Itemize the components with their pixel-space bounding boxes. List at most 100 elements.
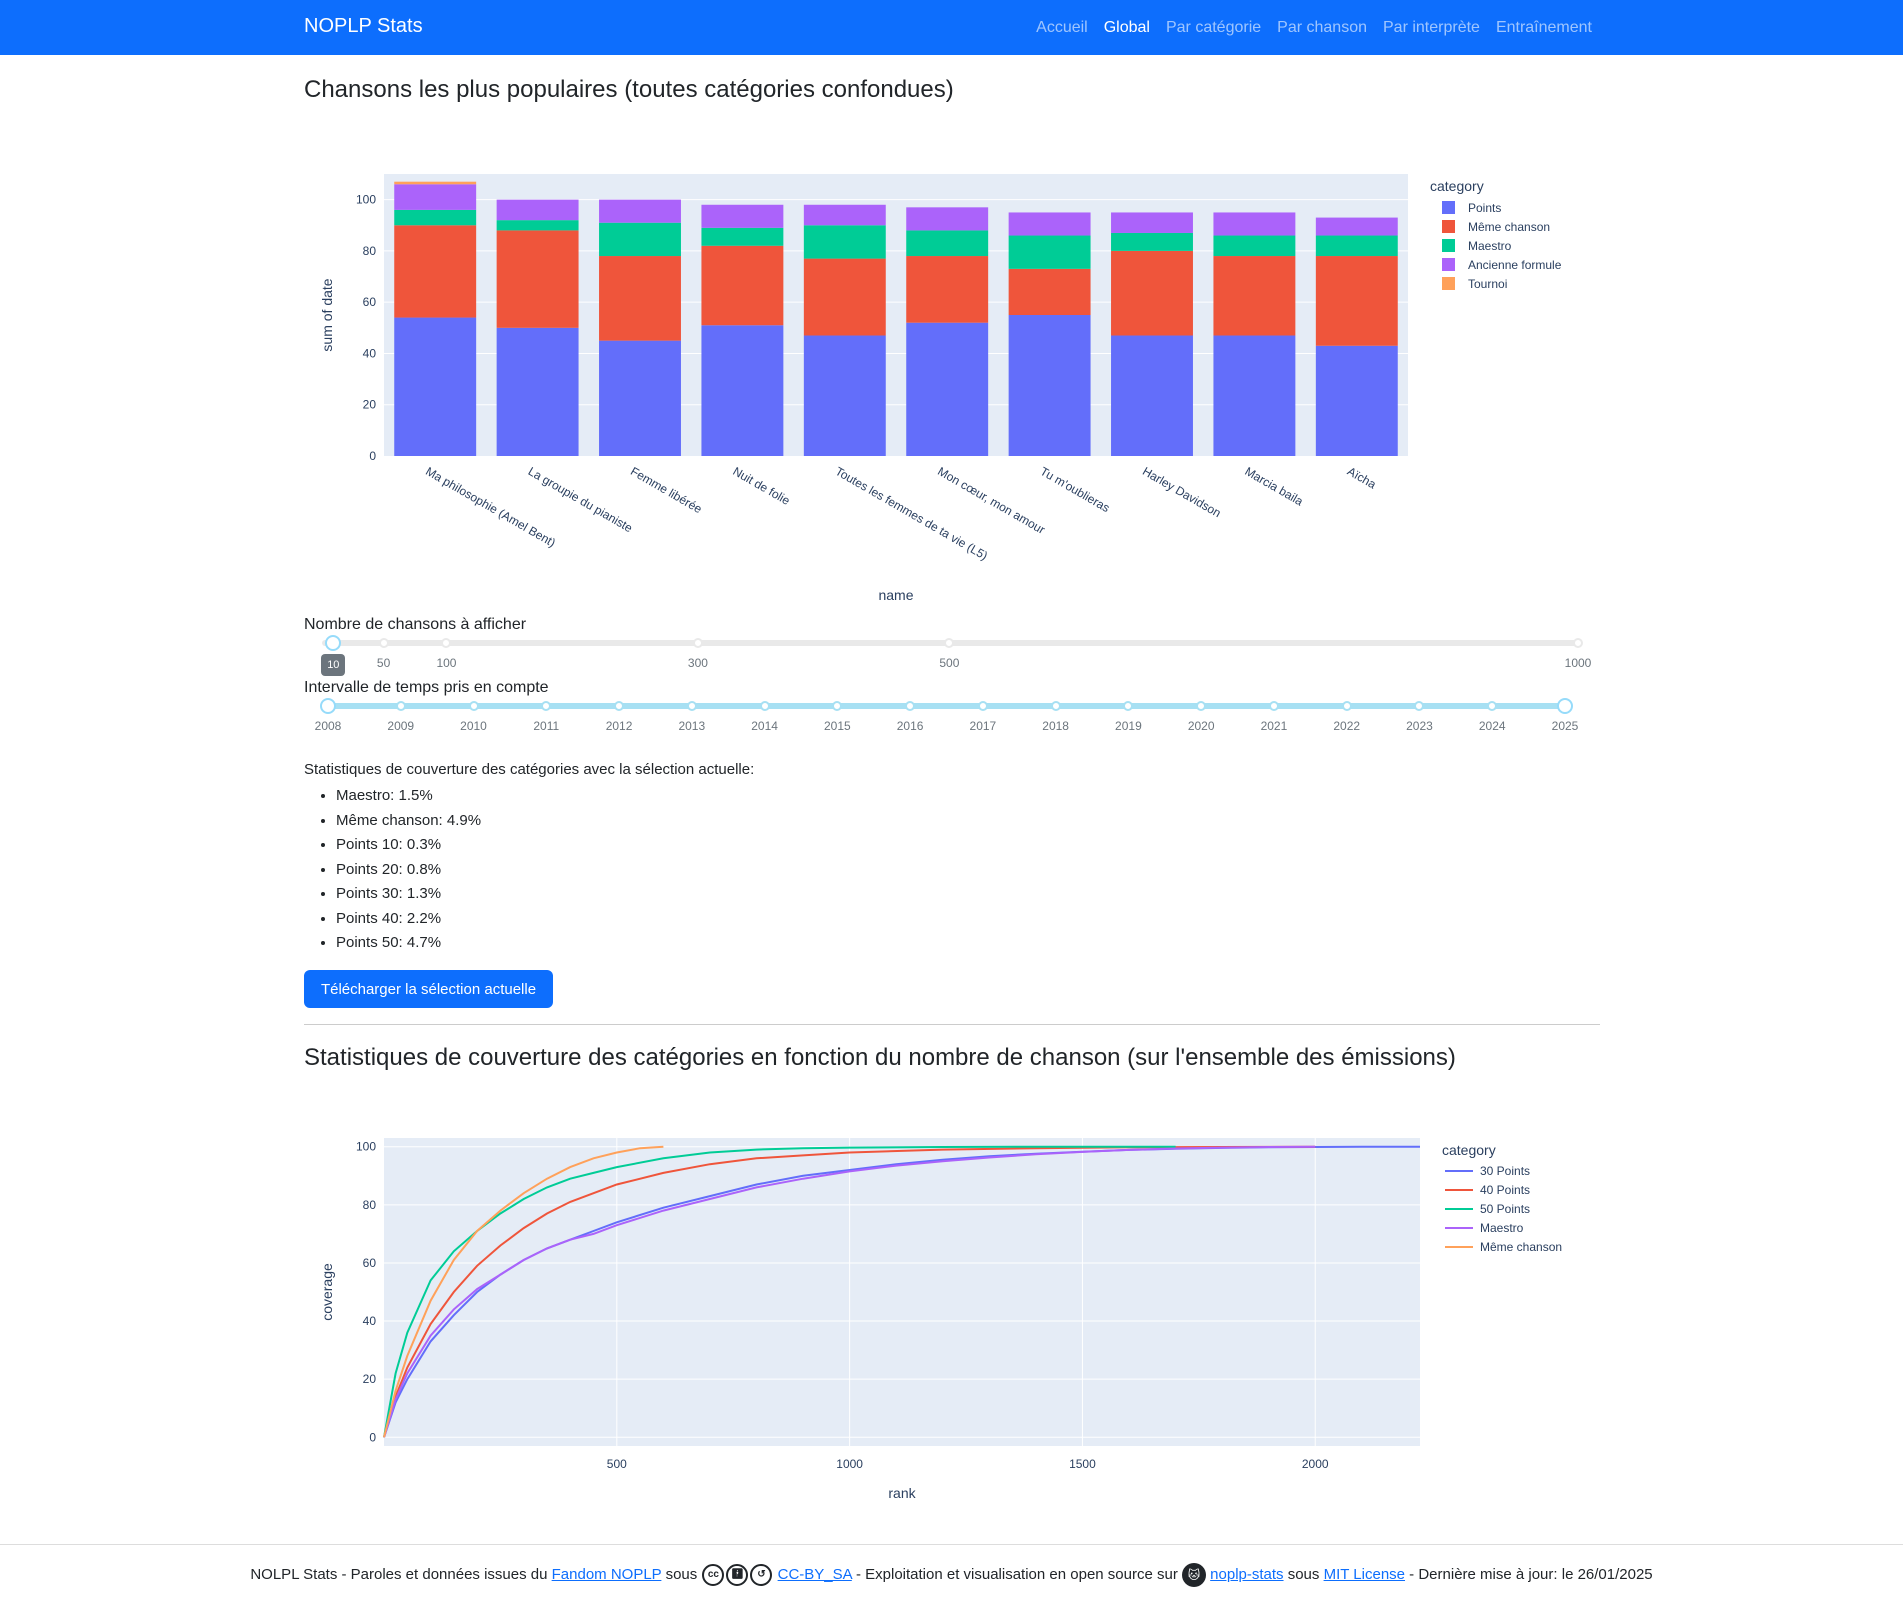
slider-mark-label: 2013	[678, 719, 706, 733]
slider-step	[441, 638, 452, 648]
slider-handle[interactable]	[325, 635, 342, 651]
nav-link-entrainement[interactable]: Entraînement	[1496, 19, 1592, 37]
x-tick-label: Mon cœur, mon amour	[935, 464, 1047, 537]
bar-segment	[1111, 250, 1193, 336]
license-cc-link[interactable]: CC-BY_SA	[778, 1566, 852, 1583]
popular-songs-chart: 0 20 40 60 80 100 Ma philosophie (Amel Bent) La…	[304, 120, 1614, 630]
legend-label: 40 Points	[1480, 1183, 1530, 1197]
y-tick-label: 100	[356, 1140, 376, 1154]
y-axis-title: sum of date	[319, 278, 335, 351]
legend-swatch	[1442, 220, 1455, 233]
slider-step	[1487, 701, 1498, 711]
fandom-link[interactable]: Fandom NOPLP	[552, 1566, 662, 1583]
bar-segment	[906, 207, 989, 231]
cc-icon: cc	[702, 1564, 725, 1586]
mit-license-link[interactable]: MIT License	[1324, 1566, 1405, 1583]
bar-segment	[599, 340, 681, 456]
y-tick-label: 0	[369, 1430, 376, 1444]
x-tick-label: Femme libérée	[628, 464, 705, 516]
bar-segment	[1315, 217, 1398, 236]
y-tick-label: 80	[363, 244, 377, 258]
range-end-handle[interactable]	[1557, 698, 1573, 714]
slider-mark-label: 2017	[969, 719, 997, 733]
legend-label: Maestro	[1468, 239, 1512, 253]
bar-segment	[496, 199, 579, 221]
list-item: Maestro: 1.5%	[336, 784, 754, 809]
x-tick-label: Harley Davidson	[1140, 464, 1223, 520]
slider-step	[1196, 701, 1207, 711]
list-item: Points 10: 0.3%	[336, 833, 754, 858]
bar-segment	[701, 227, 784, 246]
legend-swatch	[1442, 277, 1455, 290]
range-start-handle[interactable]	[320, 698, 336, 714]
slider-mark-label: 2019	[1115, 719, 1142, 733]
nav-link-par-chanson[interactable]: Par chanson	[1277, 19, 1367, 37]
bar-segment	[803, 225, 886, 259]
slider-step	[905, 701, 916, 711]
slider-step	[614, 701, 625, 711]
x-tick-label: 1000	[836, 1457, 863, 1471]
footer-text: NOLPL Stats - Paroles et données issues …	[250, 1565, 552, 1583]
slider-mark-label: 1000	[1564, 656, 1592, 670]
bar-segment	[394, 181, 477, 185]
slider-mark-label: 2022	[1333, 719, 1361, 733]
bar-segment	[1111, 335, 1193, 456]
y-tick-label: 40	[363, 346, 377, 360]
slider-step	[1268, 701, 1279, 711]
bar-segment	[599, 222, 681, 257]
popular-songs-title: Chansons les plus populaires (toutes cat…	[304, 76, 954, 103]
song-count-label: Nombre de chansons à afficher	[304, 616, 527, 633]
coverage-chart: 0 20 40 60 80 100 500 1000 1500 2000 rank coverage c…	[304, 1090, 1614, 1505]
bar-segment	[599, 199, 681, 223]
slider-step	[977, 701, 988, 711]
y-tick-label: 80	[363, 1198, 377, 1212]
bar-segment	[1213, 256, 1296, 336]
list-item: Points 50: 4.7%	[336, 931, 754, 956]
slider-step	[759, 701, 770, 711]
bar-segment	[394, 317, 477, 456]
legend-swatch	[1442, 258, 1455, 271]
nav-link-par-interprete[interactable]: Par interprète	[1383, 19, 1480, 37]
bar-segment	[701, 245, 784, 326]
by-icon: 🚹︎	[726, 1564, 749, 1586]
nav-link-global[interactable]: Global	[1104, 19, 1150, 37]
divider	[304, 1024, 1600, 1025]
slider-step	[1341, 701, 1352, 711]
bar-segment	[701, 325, 784, 456]
slider-step	[1573, 638, 1583, 648]
brand-link[interactable]: NOPLP Stats	[304, 15, 423, 38]
github-link[interactable]: noplp-stats	[1210, 1566, 1283, 1583]
bar-segment	[496, 230, 579, 328]
bar-segment	[1008, 315, 1091, 456]
slider-mark-label: 300	[687, 656, 708, 670]
footer: NOLPL Stats - Paroles et données issues …	[0, 1563, 1903, 1587]
list-item: Points 40: 2.2%	[336, 907, 754, 932]
bar-segment	[1008, 235, 1091, 269]
slider-mark-label: 500	[939, 656, 960, 670]
slider-selected-range	[328, 703, 1565, 709]
slider-step	[686, 701, 697, 711]
bar-segment	[1213, 212, 1296, 236]
legend-swatch	[1442, 201, 1455, 214]
nav-link-accueil[interactable]: Accueil	[1036, 19, 1088, 37]
bar-segment	[1008, 212, 1091, 236]
slider-mark-label: 2018	[1042, 719, 1069, 733]
slider-mark-label: 2014	[751, 719, 778, 733]
x-tick-label: Marcia baila	[1243, 464, 1306, 509]
slider-step	[944, 638, 955, 648]
bar-segment	[394, 209, 477, 226]
legend-label: Maestro	[1480, 1221, 1524, 1235]
legend-label: Ancienne formule	[1468, 258, 1562, 272]
slider-mark-label: 2012	[605, 719, 633, 733]
x-tick-label: 500	[607, 1457, 627, 1471]
coverage-stats-heading: Statistiques de couverture des catégorie…	[304, 761, 755, 778]
download-selection-button[interactable]: Télécharger la sélection actuelle	[304, 970, 553, 1008]
time-range-slider[interactable]: 2008 2009 2010 2011 2012 2013 2014 2015 2016 2017…	[315, 698, 1578, 753]
bar-segment	[1111, 212, 1193, 233]
slider-step	[395, 701, 406, 711]
legend-label: Même chanson	[1468, 220, 1550, 234]
nav-link-par-categorie[interactable]: Par catégorie	[1166, 19, 1261, 37]
slider-mark-label: 50	[376, 656, 391, 670]
x-axis-title: name	[878, 587, 913, 603]
y-tick-label: 40	[363, 1314, 377, 1328]
